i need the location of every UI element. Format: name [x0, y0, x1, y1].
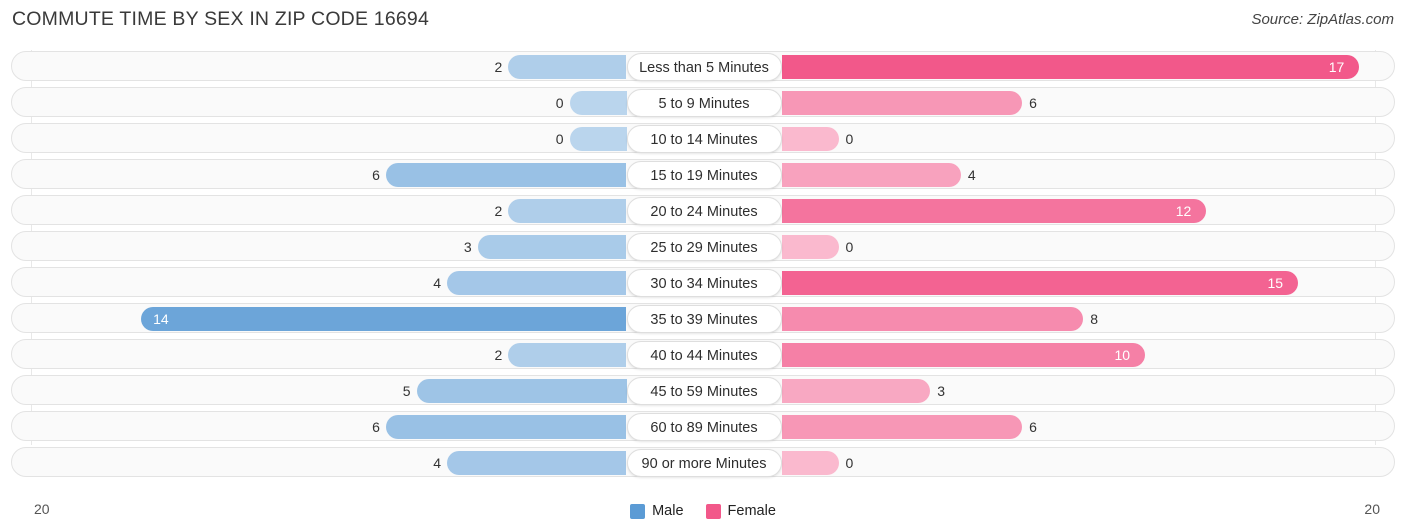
row-content: 2 12 20 to 24 Minutes: [12, 196, 1394, 225]
bar-value-male: 0: [555, 131, 564, 147]
chart-plot-area: 2 17 Less than 5 Minutes 0 6 5 to 9 Minutes 0 0…: [0, 50, 1406, 483]
row-content: 3 0 25 to 29 Minutes: [12, 232, 1394, 261]
bar-female[interactable]: [781, 235, 839, 259]
table-row: 2 17 Less than 5 Minutes: [11, 51, 1395, 81]
bar-value-female: 8: [1090, 311, 1099, 327]
bar-female[interactable]: [781, 163, 961, 187]
table-row: 0 0 10 to 14 Minutes: [11, 123, 1395, 153]
category-label: 25 to 29 Minutes: [626, 233, 782, 261]
bar-male[interactable]: [447, 451, 627, 475]
bar-value-male: 6: [372, 419, 380, 435]
legend-swatch-icon: [705, 503, 721, 519]
bar-value-female: 12: [1175, 203, 1192, 219]
row-content: 2 17 Less than 5 Minutes: [12, 52, 1394, 81]
bar-female[interactable]: [781, 379, 931, 403]
table-row: 3 0 25 to 29 Minutes: [11, 231, 1395, 261]
category-label: 60 to 89 Minutes: [626, 413, 782, 441]
bar-female[interactable]: [781, 271, 1298, 295]
table-row: 4 15 30 to 34 Minutes: [11, 267, 1395, 297]
row-content: 4 0 90 or more Minutes: [12, 448, 1394, 477]
bar-female[interactable]: [781, 451, 839, 475]
bar-male[interactable]: [385, 163, 627, 187]
bar-male[interactable]: [569, 91, 627, 115]
bar-value-female: 0: [845, 455, 854, 471]
row-content: 4 15 30 to 34 Minutes: [12, 268, 1394, 297]
chart-page: COMMUTE TIME BY SEX IN ZIP CODE 16694 So…: [0, 0, 1406, 523]
bar-value-female: 0: [845, 131, 854, 147]
category-label: Less than 5 Minutes: [626, 53, 782, 81]
table-row: 2 12 20 to 24 Minutes: [11, 195, 1395, 225]
bar-value-male: 4: [433, 275, 442, 291]
row-content: 6 6 60 to 89 Minutes: [12, 412, 1394, 441]
row-content: 5 3 45 to 59 Minutes: [12, 376, 1394, 405]
bar-value-female: 6: [1029, 95, 1037, 111]
category-label: 20 to 24 Minutes: [626, 197, 782, 225]
bar-value-female: 10: [1114, 347, 1131, 363]
row-content: 0 0 10 to 14 Minutes: [12, 124, 1394, 153]
bar-female[interactable]: [781, 415, 1023, 439]
bar-value-male: 14: [153, 311, 169, 327]
bar-value-female: 4: [967, 167, 976, 183]
bar-female[interactable]: [781, 343, 1145, 367]
bar-value-female: 0: [845, 239, 854, 255]
row-content: 0 6 5 to 9 Minutes: [12, 88, 1394, 117]
row-content: 2 10 40 to 44 Minutes: [12, 340, 1394, 369]
chart-legend: Male Female: [0, 503, 1406, 519]
bar-value-female: 17: [1328, 59, 1345, 75]
table-row: 6 4 15 to 19 Minutes: [11, 159, 1395, 189]
bar-male[interactable]: [569, 127, 627, 151]
bar-value-female: 3: [937, 383, 946, 399]
bar-value-male: 2: [494, 347, 503, 363]
category-label: 40 to 44 Minutes: [626, 341, 782, 369]
bar-value-male: 0: [555, 95, 564, 111]
bar-value-male: 5: [402, 383, 411, 399]
category-label: 30 to 34 Minutes: [626, 269, 782, 297]
legend-item-male[interactable]: Male: [630, 503, 684, 519]
table-row: 0 6 5 to 9 Minutes: [11, 87, 1395, 117]
bar-male[interactable]: [385, 415, 627, 439]
table-row: 4 0 90 or more Minutes: [11, 447, 1395, 477]
table-row: 5 3 45 to 59 Minutes: [11, 375, 1395, 405]
page-title: COMMUTE TIME BY SEX IN ZIP CODE 16694: [12, 8, 430, 30]
category-label: 90 or more Minutes: [626, 449, 782, 477]
row-content: 6 4 15 to 19 Minutes: [12, 160, 1394, 189]
category-label: 15 to 19 Minutes: [626, 161, 782, 189]
bar-female[interactable]: [781, 91, 1023, 115]
category-label: 5 to 9 Minutes: [626, 89, 782, 117]
legend-swatch-icon: [630, 503, 646, 519]
bar-female[interactable]: [781, 199, 1206, 223]
source-attribution: Source: ZipAtlas.com: [1251, 11, 1394, 28]
category-label: 35 to 39 Minutes: [626, 305, 782, 333]
bar-male[interactable]: [508, 343, 627, 367]
table-row: 6 6 60 to 89 Minutes: [11, 411, 1395, 441]
legend-item-female[interactable]: Female: [705, 503, 776, 519]
bar-male[interactable]: [141, 307, 627, 331]
bar-value-male: 2: [494, 59, 503, 75]
category-label: 45 to 59 Minutes: [626, 377, 782, 405]
table-row: 14 8 35 to 39 Minutes: [11, 303, 1395, 333]
bar-value-female: 15: [1267, 275, 1284, 291]
bar-female[interactable]: [781, 127, 839, 151]
bar-female[interactable]: [781, 307, 1084, 331]
category-label: 10 to 14 Minutes: [626, 125, 782, 153]
bar-male[interactable]: [477, 235, 627, 259]
bar-male[interactable]: [508, 55, 627, 79]
row-content: 14 8 35 to 39 Minutes: [12, 304, 1394, 333]
bar-value-male: 4: [433, 455, 442, 471]
bar-male[interactable]: [416, 379, 627, 403]
legend-label: Male: [652, 503, 684, 519]
bar-male[interactable]: [447, 271, 627, 295]
bar-female[interactable]: [781, 55, 1359, 79]
bar-value-male: 2: [494, 203, 503, 219]
table-row: 2 10 40 to 44 Minutes: [11, 339, 1395, 369]
bar-value-female: 6: [1029, 419, 1037, 435]
bar-male[interactable]: [508, 199, 627, 223]
bar-value-male: 3: [463, 239, 472, 255]
legend-label: Female: [727, 503, 776, 519]
bar-value-male: 6: [372, 167, 380, 183]
